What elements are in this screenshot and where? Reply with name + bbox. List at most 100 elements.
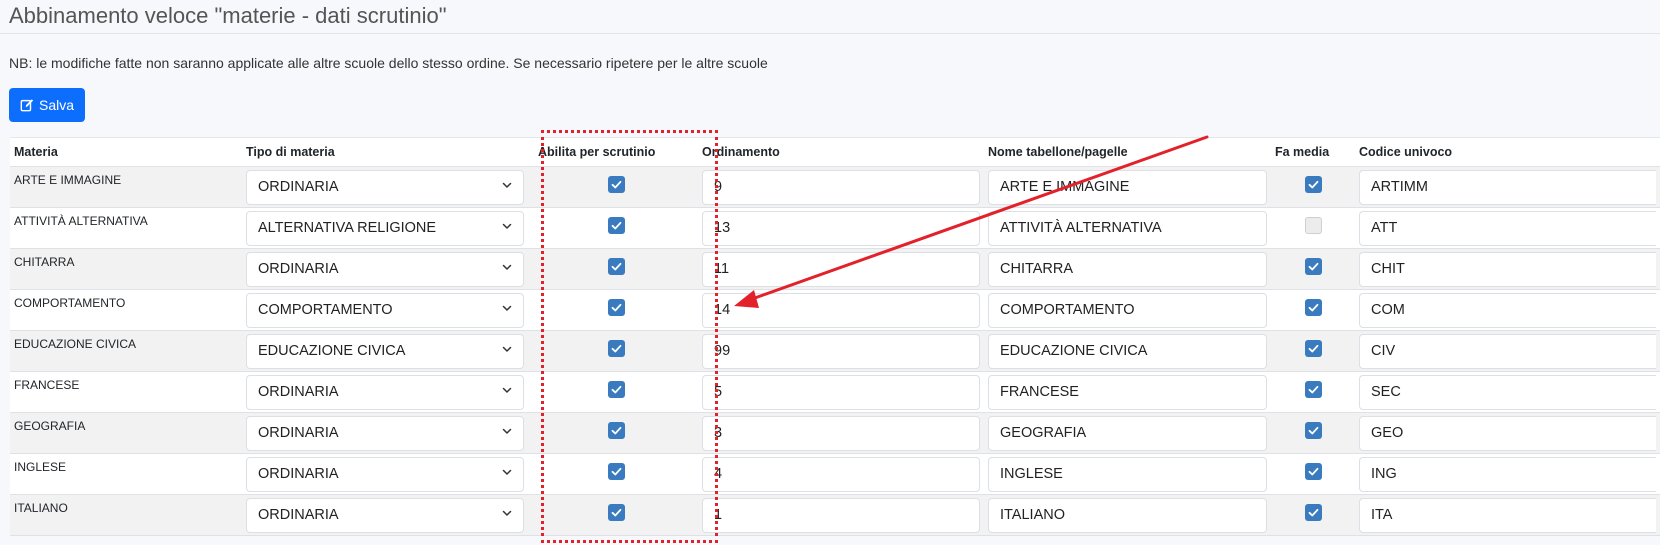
chevron-down-icon	[501, 261, 513, 277]
codice-cell: ATT	[1355, 207, 1660, 249]
order-input[interactable]: 9	[702, 169, 980, 205]
tipo-cell: ORDINARIA	[242, 453, 534, 495]
subject-type-select[interactable]: ALTERNATIVA RELIGIONE	[246, 210, 524, 246]
enable-scrutinio-checkbox[interactable]	[607, 299, 625, 316]
average-checkbox[interactable]	[1304, 176, 1322, 193]
unique-code-input[interactable]: ITA	[1359, 497, 1656, 533]
enable-scrutinio-checkbox[interactable]	[607, 463, 625, 480]
media-cell	[1271, 330, 1355, 372]
nome-cell: INGLESE	[984, 453, 1271, 495]
unique-code-input[interactable]: CHIT	[1359, 251, 1656, 287]
order-input[interactable]: 4	[702, 456, 980, 492]
subject-type-select[interactable]: ORDINARIA	[246, 374, 524, 410]
materia-cell: ARTE E IMMAGINE	[10, 166, 242, 208]
order-input[interactable]: 5	[702, 374, 980, 410]
average-checkbox[interactable]	[1304, 299, 1322, 316]
chevron-down-icon	[501, 425, 513, 441]
materia-cell: FRANCESE	[10, 371, 242, 413]
tipo-cell: ORDINARIA	[242, 248, 534, 290]
average-checkbox[interactable]	[1304, 381, 1322, 398]
order-input[interactable]: 11	[702, 251, 980, 287]
tipo-cell: COMPORTAMENTO	[242, 289, 534, 331]
enable-scrutinio-checkbox[interactable]	[607, 381, 625, 398]
average-checkbox[interactable]	[1304, 258, 1322, 275]
unique-code-input[interactable]: COM	[1359, 292, 1656, 328]
report-name-input[interactable]: EDUCAZIONE CIVICA	[988, 333, 1267, 369]
report-name-input[interactable]: FRANCESE	[988, 374, 1267, 410]
average-checkbox[interactable]	[1304, 217, 1322, 234]
order-input[interactable]: 13	[702, 210, 980, 246]
save-button[interactable]: Salva	[9, 88, 85, 122]
abilita-cell	[534, 207, 698, 249]
nome-cell: COMPORTAMENTO	[984, 289, 1271, 331]
abilita-cell	[534, 248, 698, 290]
codice-cell: GEO	[1355, 412, 1660, 454]
header-tipo: Tipo di materia	[242, 137, 534, 167]
report-name-input[interactable]: ARTE E IMMAGINE	[988, 169, 1267, 205]
average-checkbox[interactable]	[1304, 463, 1322, 480]
page-title: Abbinamento veloce "materie - dati scrut…	[9, 3, 447, 28]
header-nome: Nome tabellone/pagelle	[984, 137, 1271, 167]
subject-type-select[interactable]: ORDINARIA	[246, 251, 524, 287]
report-name-input[interactable]: ATTIVITÀ ALTERNATIVA	[988, 210, 1267, 246]
header-media: Fa media	[1271, 137, 1355, 167]
subject-type-value: EDUCAZIONE CIVICA	[258, 343, 406, 359]
ordinamento-cell: 14	[698, 289, 984, 331]
average-checkbox[interactable]	[1304, 422, 1322, 439]
ordinamento-cell: 11	[698, 248, 984, 290]
unique-code-input[interactable]: ING	[1359, 456, 1656, 492]
subject-type-value: ORDINARIA	[258, 466, 339, 482]
subject-type-select[interactable]: EDUCAZIONE CIVICA	[246, 333, 524, 369]
media-cell	[1271, 453, 1355, 495]
subject-type-select[interactable]: ORDINARIA	[246, 169, 524, 205]
chevron-down-icon	[501, 507, 513, 523]
tipo-cell: ORDINARIA	[242, 166, 534, 208]
chevron-down-icon	[501, 302, 513, 318]
enable-scrutinio-checkbox[interactable]	[607, 217, 625, 234]
subject-type-select[interactable]: ORDINARIA	[246, 415, 524, 451]
info-note: NB: le modifiche fatte non saranno appli…	[9, 55, 768, 71]
order-input[interactable]: 99	[702, 333, 980, 369]
subject-type-select[interactable]: ORDINARIA	[246, 497, 524, 533]
subject-type-select[interactable]: COMPORTAMENTO	[246, 292, 524, 328]
subject-type-value: ALTERNATIVA RELIGIONE	[258, 220, 437, 236]
ordinamento-cell: 3	[698, 412, 984, 454]
table-row: COMPORTAMENTO COMPORTAMENTO 14 COMPORTAM…	[10, 289, 1660, 331]
report-name-input[interactable]: INGLESE	[988, 456, 1267, 492]
media-cell	[1271, 207, 1355, 249]
average-checkbox[interactable]	[1304, 504, 1322, 521]
tipo-cell: ALTERNATIVA RELIGIONE	[242, 207, 534, 249]
materia-cell: EDUCAZIONE CIVICA	[10, 330, 242, 372]
media-cell	[1271, 412, 1355, 454]
order-input[interactable]: 1	[702, 497, 980, 533]
table-row: ATTIVITÀ ALTERNATIVA ALTERNATIVA RELIGIO…	[10, 207, 1660, 249]
subject-type-value: ORDINARIA	[258, 179, 339, 195]
report-name-input[interactable]: COMPORTAMENTO	[988, 292, 1267, 328]
unique-code-input[interactable]: GEO	[1359, 415, 1656, 451]
subject-type-value: ORDINARIA	[258, 261, 339, 277]
title-divider	[0, 33, 1660, 34]
enable-scrutinio-checkbox[interactable]	[607, 176, 625, 193]
codice-cell: SEC	[1355, 371, 1660, 413]
enable-scrutinio-checkbox[interactable]	[607, 504, 625, 521]
unique-code-input[interactable]: ATT	[1359, 210, 1656, 246]
page: Abbinamento veloce "materie - dati scrut…	[0, 0, 1660, 545]
subject-type-select[interactable]: ORDINARIA	[246, 456, 524, 492]
report-name-input[interactable]: GEOGRAFIA	[988, 415, 1267, 451]
order-input[interactable]: 3	[702, 415, 980, 451]
materia-cell: INGLESE	[10, 453, 242, 495]
order-input[interactable]: 14	[702, 292, 980, 328]
enable-scrutinio-checkbox[interactable]	[607, 258, 625, 275]
unique-code-input[interactable]: SEC	[1359, 374, 1656, 410]
enable-scrutinio-checkbox[interactable]	[607, 340, 625, 357]
report-name-input[interactable]: ITALIANO	[988, 497, 1267, 533]
nome-cell: GEOGRAFIA	[984, 412, 1271, 454]
unique-code-input[interactable]: ARTIMM	[1359, 169, 1656, 205]
table-row: ITALIANO ORDINARIA 1 ITALIANO ITA	[10, 494, 1660, 536]
average-checkbox[interactable]	[1304, 340, 1322, 357]
enable-scrutinio-checkbox[interactable]	[607, 422, 625, 439]
table-header-row: Materia Tipo di materia Abilita per scru…	[10, 137, 1660, 167]
edit-icon	[20, 98, 34, 112]
unique-code-input[interactable]: CIV	[1359, 333, 1656, 369]
report-name-input[interactable]: CHITARRA	[988, 251, 1267, 287]
